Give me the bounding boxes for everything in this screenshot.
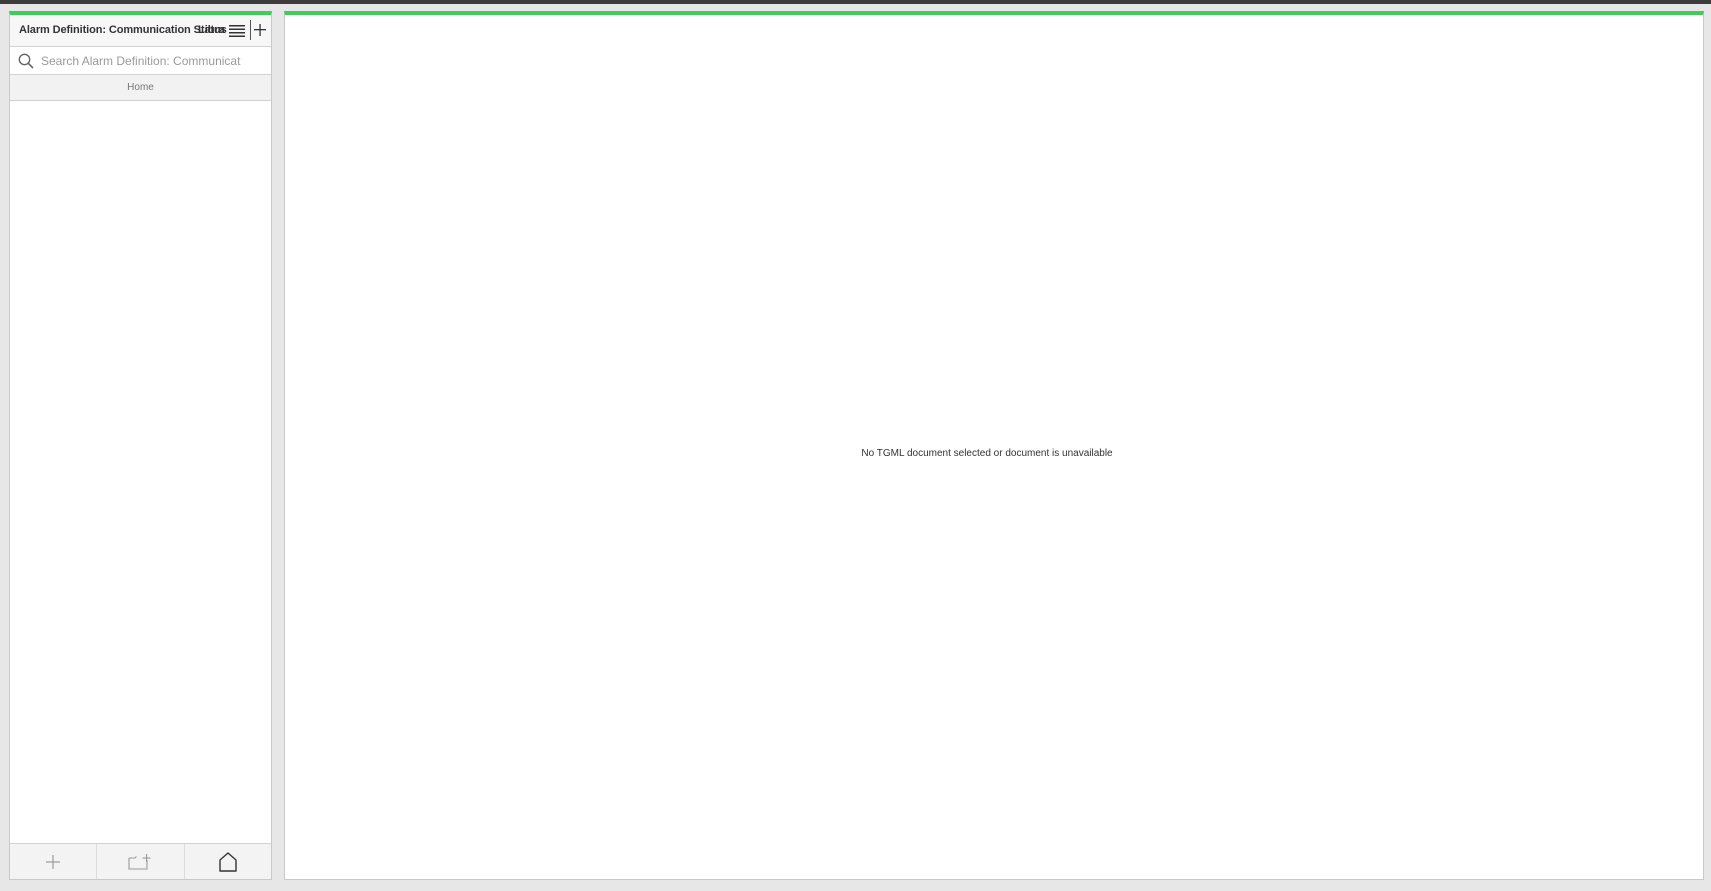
panel-title: Alarm Definition: Communication Status	[19, 24, 227, 36]
home-button[interactable]	[183, 844, 271, 879]
hamburger-menu-icon[interactable]	[228, 23, 246, 39]
window-top-bar	[0, 0, 1711, 4]
library-panel: Alarm Definition: Communication Status L…	[9, 11, 272, 880]
new-folder-button[interactable]	[96, 844, 183, 879]
document-viewer-panel: No TGML document selected or document is…	[284, 11, 1704, 880]
folder-add-icon	[128, 853, 151, 870]
panel-footer	[10, 843, 271, 879]
breadcrumb-home-link[interactable]: Home	[127, 75, 154, 100]
home-icon	[219, 851, 237, 872]
search-input[interactable]	[41, 50, 251, 72]
panel-title-overflow: Libra	[198, 24, 225, 36]
panel-header: Alarm Definition: Communication Status L…	[10, 15, 271, 47]
library-item-list	[10, 101, 271, 832]
empty-state-message: No TGML document selected or document is…	[861, 448, 1113, 459]
plus-icon	[46, 854, 61, 869]
add-item-button[interactable]	[253, 22, 267, 38]
breadcrumb: Home	[10, 75, 271, 101]
header-divider	[250, 20, 251, 40]
search-icon	[17, 52, 35, 70]
plus-icon	[254, 24, 266, 36]
search-bar	[10, 47, 271, 75]
add-button[interactable]	[10, 844, 96, 879]
